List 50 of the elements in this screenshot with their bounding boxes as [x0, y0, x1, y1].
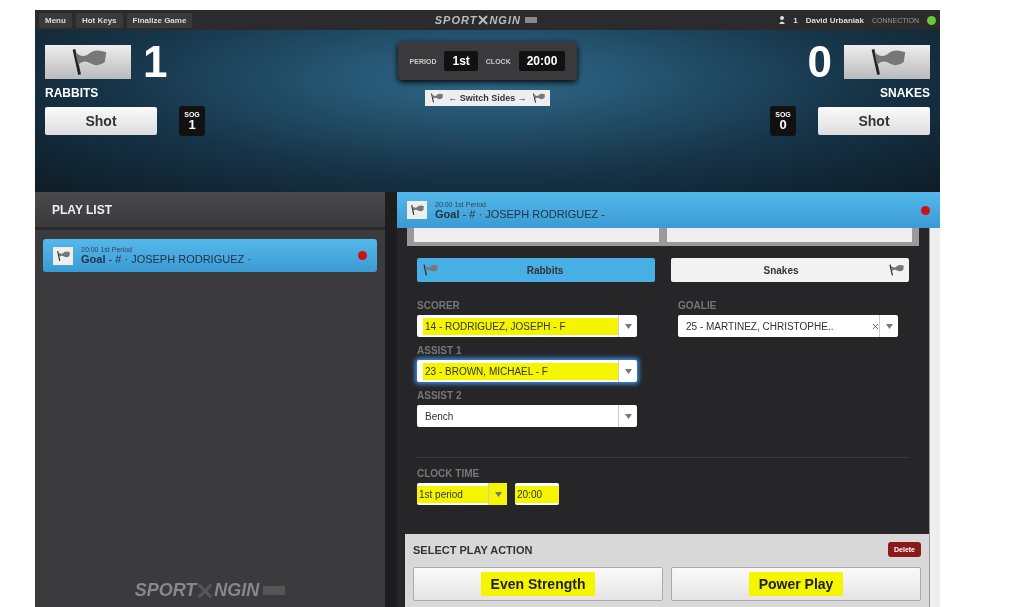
- field-label: ASSIST 2: [417, 390, 463, 401]
- caret-icon: [624, 413, 632, 419]
- flag-icon: [55, 249, 71, 262]
- footer-logo: SPORT NGIN: [35, 580, 385, 607]
- user-count: 1: [793, 15, 798, 25]
- shot-button[interactable]: Shot: [818, 107, 930, 135]
- team-tab[interactable]: Snakes: [671, 258, 909, 282]
- play-action-button[interactable]: Power Play: [671, 567, 921, 601]
- menu-button[interactable]: Menu: [39, 12, 72, 28]
- dropdown-field[interactable]: 25 - MARTINEZ, CHRISTOPHE..: [678, 315, 898, 337]
- dropdown-field[interactable]: Bench: [417, 405, 637, 427]
- section-title: SELECT PLAY ACTION: [413, 543, 533, 556]
- team-tab[interactable]: Rabbits: [417, 258, 655, 282]
- time-input[interactable]: 20:00: [515, 483, 559, 505]
- field-label: CLOCK TIME: [417, 468, 481, 479]
- flag-icon: [429, 93, 445, 103]
- menu-button[interactable]: Finalize Game: [126, 12, 193, 28]
- period-dropdown[interactable]: 1st period: [417, 483, 507, 505]
- flag-icon: [887, 264, 905, 276]
- delete-dot-icon[interactable]: [358, 251, 367, 260]
- menu-button[interactable]: Hot Keys: [75, 12, 123, 28]
- period-value: 1st: [444, 51, 478, 71]
- user-name[interactable]: David Urbaniak: [805, 15, 864, 25]
- person-icon: [779, 16, 786, 24]
- panel-title: PLAY LIST: [35, 192, 385, 230]
- play-action-button[interactable]: Even Strength: [413, 567, 663, 601]
- team-name: RABBITS: [45, 86, 100, 100]
- shot-button[interactable]: Shot: [45, 107, 157, 135]
- team-score: 0: [807, 44, 832, 80]
- scrollbar[interactable]: [929, 228, 940, 607]
- dropdown-field[interactable]: 14 - RODRIGUEZ, JOSEPH - F: [417, 315, 637, 337]
- team-name: SNAKES: [880, 86, 930, 100]
- switch-sides-button[interactable]: ← Switch Sides →: [425, 90, 550, 106]
- caret-icon: [885, 323, 893, 329]
- flag-icon: [421, 264, 439, 276]
- flag-icon: [409, 204, 425, 216]
- team-score: 1: [143, 44, 168, 80]
- connection-dot: [927, 15, 936, 25]
- caret-icon: [494, 491, 502, 497]
- logo: SPORT NGIN: [196, 14, 776, 26]
- clock-value: 20:00: [518, 51, 566, 71]
- caret-icon: [624, 368, 632, 374]
- dropdown-field[interactable]: 23 - BROWN, MICHAEL - F: [417, 360, 637, 382]
- clear-icon[interactable]: [872, 322, 879, 330]
- field-label: ASSIST 1: [417, 345, 463, 356]
- flag-icon: [530, 93, 546, 103]
- field-label: GOALIE: [678, 300, 718, 311]
- field-label: SCORER: [417, 300, 461, 311]
- caret-icon: [624, 323, 632, 329]
- delete-dot-icon[interactable]: [921, 205, 930, 215]
